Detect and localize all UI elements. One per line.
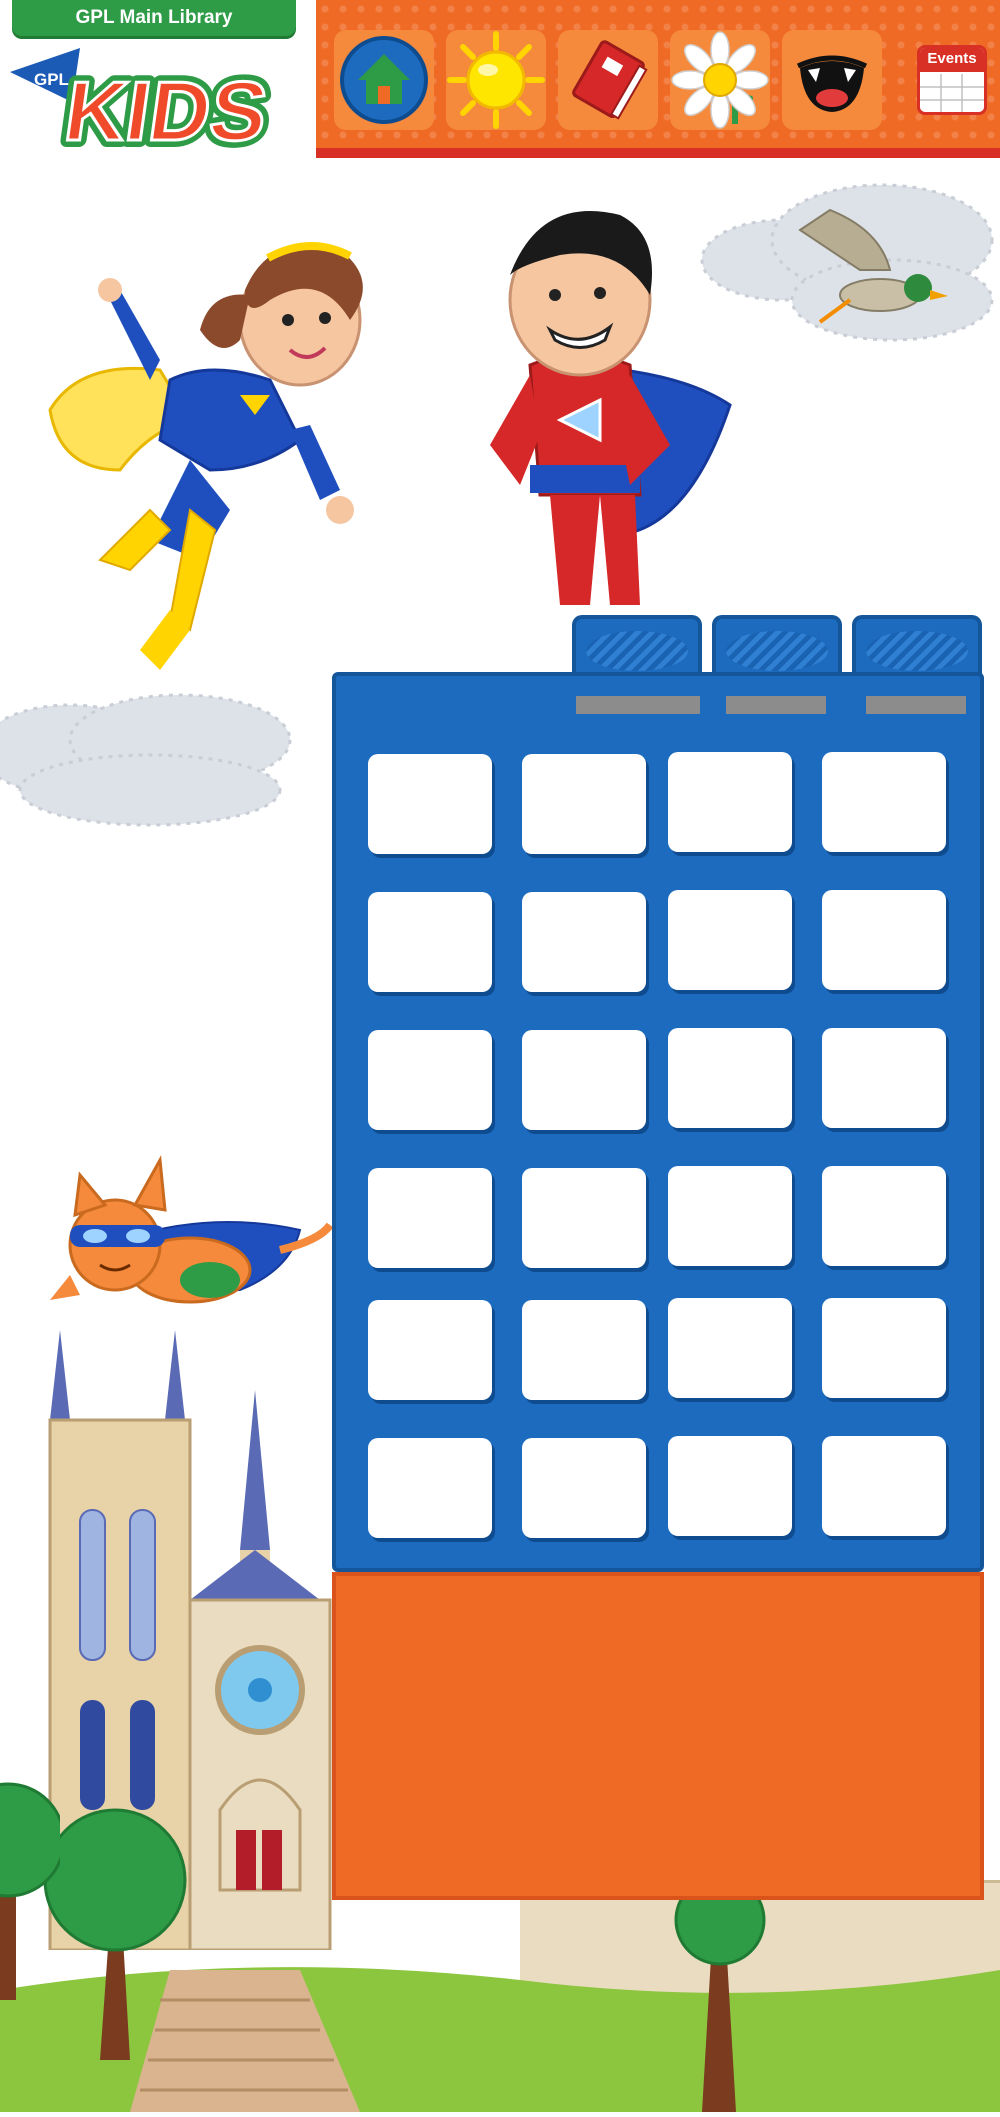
- book-icon: [572, 40, 648, 120]
- building-window[interactable]: [822, 1298, 946, 1398]
- building-window[interactable]: [668, 1028, 792, 1128]
- nav-events-button[interactable]: Events: [902, 30, 1000, 130]
- roof-bar-3: [866, 696, 966, 714]
- building-window[interactable]: [368, 1168, 492, 1268]
- library-tab[interactable]: GPL Main Library: [12, 0, 296, 36]
- logo-word: KIDS: [59, 64, 273, 155]
- flying-duck-illustration: [790, 200, 950, 340]
- building-window[interactable]: [522, 754, 646, 854]
- house-icon: [340, 36, 428, 124]
- building-window[interactable]: [822, 890, 946, 990]
- roof-block-1: [572, 615, 702, 677]
- nav-face-button[interactable]: [782, 30, 882, 130]
- roof-bar-2: [726, 696, 826, 714]
- building-window[interactable]: [668, 1298, 792, 1398]
- orange-content-panel: [332, 1572, 984, 1900]
- building-window[interactable]: [668, 890, 792, 990]
- building-window[interactable]: [368, 1030, 492, 1130]
- roof-bar-1: [576, 696, 700, 714]
- kids-logo[interactable]: GPL KIDS KIDS: [10, 40, 310, 165]
- roof-block-2: [712, 615, 842, 677]
- building-window[interactable]: [368, 892, 492, 992]
- building-window[interactable]: [822, 1166, 946, 1266]
- building-window[interactable]: [522, 1438, 646, 1538]
- building-window[interactable]: [668, 752, 792, 852]
- tree-right: [640, 1874, 800, 2112]
- building-window[interactable]: [822, 1436, 946, 1536]
- events-label: Events: [920, 48, 984, 72]
- grinning-mouth-icon: [796, 55, 868, 112]
- building-window[interactable]: [668, 1436, 792, 1536]
- nav-flower-button[interactable]: [670, 30, 770, 130]
- nav-sun-button[interactable]: [446, 30, 546, 130]
- building-window[interactable]: [522, 892, 646, 992]
- nav-home-button[interactable]: [334, 30, 434, 130]
- superhero-girl-illustration: [40, 210, 380, 710]
- superhero-boy-illustration: [450, 195, 740, 615]
- building-window[interactable]: [522, 1168, 646, 1268]
- nav-book-button[interactable]: [558, 30, 658, 130]
- calendar-icon: Events: [917, 45, 987, 115]
- building-window[interactable]: [522, 1030, 646, 1130]
- sun-icon: [447, 31, 545, 129]
- building-window[interactable]: [522, 1300, 646, 1400]
- building-window[interactable]: [668, 1166, 792, 1266]
- building-window[interactable]: [368, 1438, 492, 1538]
- building-window[interactable]: [368, 754, 492, 854]
- roof-block-3: [852, 615, 982, 677]
- nav-bar: Events: [316, 0, 1000, 158]
- building-panel: [332, 672, 984, 1572]
- logo-pennant-text: GPL: [34, 70, 69, 89]
- tree-far-left: [0, 1770, 66, 2000]
- flower-icon: [671, 31, 769, 129]
- building-window[interactable]: [822, 1028, 946, 1128]
- building-window[interactable]: [368, 1300, 492, 1400]
- flying-cat-illustration: [40, 1150, 340, 1330]
- building-window[interactable]: [822, 752, 946, 852]
